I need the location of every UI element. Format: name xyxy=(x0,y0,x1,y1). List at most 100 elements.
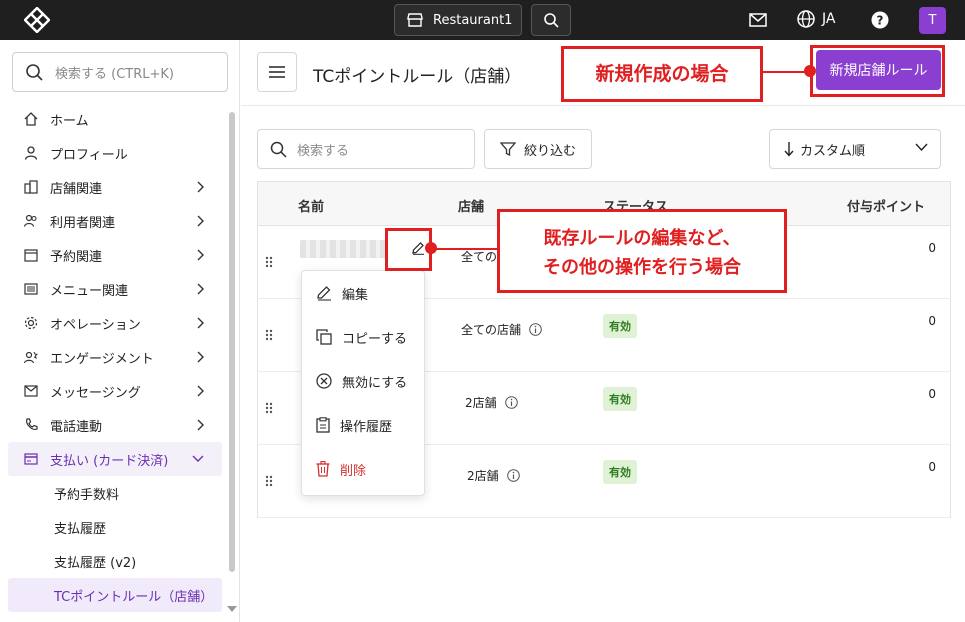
menu-item-copy[interactable]: コピーする xyxy=(302,315,424,359)
column-header-name[interactable]: 名前 xyxy=(298,196,324,215)
points-cell: 0 xyxy=(928,387,936,401)
hamburger-icon xyxy=(269,66,285,78)
chevron-right-icon xyxy=(197,283,204,295)
sidebar-item-operations[interactable]: オペレーション xyxy=(8,306,222,340)
chevron-right-icon xyxy=(197,419,204,431)
search-icon xyxy=(544,13,559,28)
language-selector[interactable]: JA xyxy=(796,9,835,29)
drag-handle-icon[interactable] xyxy=(265,475,273,487)
help-icon: ? xyxy=(871,11,889,29)
menu-item-edit[interactable]: 編集 xyxy=(302,271,424,315)
chevron-down-icon xyxy=(915,143,928,151)
rule-search-placeholder: 検索する xyxy=(297,143,350,159)
store-cell: 全ての xyxy=(461,248,497,265)
sidebar-item-payments[interactable]: 支払い (カード決済) xyxy=(8,442,222,476)
column-header-points[interactable]: 付与ポイント xyxy=(847,196,925,215)
sidebar-subitem-payment-history-v2[interactable]: 支払履歴 (v2) xyxy=(8,544,222,578)
help-button[interactable]: ? xyxy=(870,10,890,30)
global-search-button[interactable] xyxy=(531,4,571,36)
card-icon xyxy=(24,453,38,465)
sidebar-item-label: オペレーション xyxy=(50,317,141,333)
sidebar-item-reservations[interactable]: 予約関連 xyxy=(8,238,222,272)
store-cell-text: 2店舗 xyxy=(467,469,499,483)
sidebar-item-profile[interactable]: プロフィール xyxy=(8,136,222,170)
row-actions-menu: 編集 コピーする 無効にする 操作履歴 削除 xyxy=(301,270,425,496)
sidebar-scrollbar[interactable] xyxy=(229,112,235,572)
sidebar-item-phone[interactable]: 電話連動 xyxy=(8,408,222,442)
callout-dot-new xyxy=(804,65,816,77)
menu-item-disable[interactable]: 無効にする xyxy=(302,359,424,403)
trash-icon xyxy=(316,461,330,477)
sidebar-item-engagement[interactable]: エンゲージメント xyxy=(8,340,222,374)
drag-handle-icon[interactable] xyxy=(265,256,273,268)
menu-item-history[interactable]: 操作履歴 xyxy=(302,403,424,447)
scroll-down-arrow-icon[interactable] xyxy=(227,606,237,612)
menu-item-label: 無効にする xyxy=(342,375,408,391)
home-icon xyxy=(24,112,38,126)
sidebar-subitem-payment-history[interactable]: 支払履歴 xyxy=(8,510,222,544)
chevron-right-icon xyxy=(197,181,204,193)
info-icon[interactable] xyxy=(504,396,518,409)
info-icon[interactable] xyxy=(529,323,542,336)
sidebar-item-home[interactable]: ホーム xyxy=(8,102,222,136)
sort-label: カスタム順 xyxy=(800,143,866,159)
sidebar-item-messaging[interactable]: メッセージング xyxy=(8,374,222,408)
svg-text:?: ? xyxy=(877,14,884,28)
callout-edit-line2: その他の操作を行う場合 xyxy=(543,257,741,278)
callout-edit-line1: 既存ルールの編集など、 xyxy=(543,228,741,249)
status-badge: 有効 xyxy=(603,314,637,338)
sidebar-item-users[interactable]: 利用者関連 xyxy=(8,204,222,238)
sidebar: 検索する (CTRL+K) ホーム プロフィール 店舗関連 利用者関連 予約関連 xyxy=(0,40,240,622)
sidebar-item-menu[interactable]: メニュー関連 xyxy=(8,272,222,306)
store-selector-button[interactable]: Restaurant1 xyxy=(394,4,522,36)
user-avatar[interactable]: T xyxy=(919,7,946,34)
menu-list-icon xyxy=(24,283,38,295)
status-badge: 有効 xyxy=(603,460,637,484)
pencil-icon xyxy=(317,286,331,301)
drag-handle-icon[interactable] xyxy=(265,329,273,341)
store-cell: 2店舗 xyxy=(467,467,520,484)
search-icon xyxy=(270,141,287,158)
sidebar-subitem-tc-point-rules[interactable]: TCポイントルール（店舗） xyxy=(8,578,222,612)
person-icon xyxy=(24,146,38,160)
sidebar-search-input[interactable]: 検索する (CTRL+K) xyxy=(12,52,228,92)
callout-connector-new xyxy=(762,71,808,73)
chevron-right-icon xyxy=(197,215,204,227)
info-icon[interactable] xyxy=(506,469,520,482)
rule-search-input[interactable]: 検索する xyxy=(257,129,475,169)
arrow-down-icon xyxy=(784,142,794,157)
mail-button[interactable] xyxy=(748,10,768,30)
page-title: TCポイントルール（店舗） xyxy=(313,67,522,87)
drag-handle-icon[interactable] xyxy=(265,402,273,414)
callout-connector-edit xyxy=(432,248,498,250)
language-label: JA xyxy=(822,11,836,27)
sidebar-item-store[interactable]: 店舗関連 xyxy=(8,170,222,204)
clipboard-icon xyxy=(316,417,330,433)
menu-item-label: 削除 xyxy=(340,463,367,479)
points-cell: 0 xyxy=(928,460,936,474)
points-cell: 0 xyxy=(928,241,936,255)
sidebar-item-label: 支払い (カード決済) xyxy=(50,453,169,469)
callout-dot-edit xyxy=(425,242,437,254)
chevron-right-icon xyxy=(197,385,204,397)
rule-name-blurred xyxy=(300,240,386,258)
store-cell: 全ての店舗 xyxy=(461,321,542,338)
sidebar-item-label: エンゲージメント xyxy=(50,351,154,367)
users-icon xyxy=(24,214,37,227)
app-logo-icon[interactable] xyxy=(24,7,50,33)
menu-item-delete[interactable]: 削除 xyxy=(302,447,424,491)
hamburger-menu-button[interactable] xyxy=(257,52,297,92)
sidebar-item-label: 電話連動 xyxy=(50,419,103,435)
menu-item-label: 操作履歴 xyxy=(340,419,393,435)
chevron-down-icon xyxy=(192,455,204,462)
mail-icon xyxy=(749,13,767,27)
sidebar-subitem-reservation-fee[interactable]: 予約手数料 xyxy=(8,476,222,510)
callout-new: 新規作成の場合 xyxy=(561,46,763,102)
top-bar: Restaurant1 JA ? T xyxy=(0,0,965,40)
chevron-right-icon xyxy=(197,351,204,363)
sort-select[interactable]: カスタム順 xyxy=(769,129,941,169)
column-header-store[interactable]: 店舗 xyxy=(458,196,484,215)
search-icon xyxy=(26,64,43,81)
status-badge: 有効 xyxy=(603,387,637,411)
filter-button[interactable]: 絞り込む xyxy=(484,129,592,169)
